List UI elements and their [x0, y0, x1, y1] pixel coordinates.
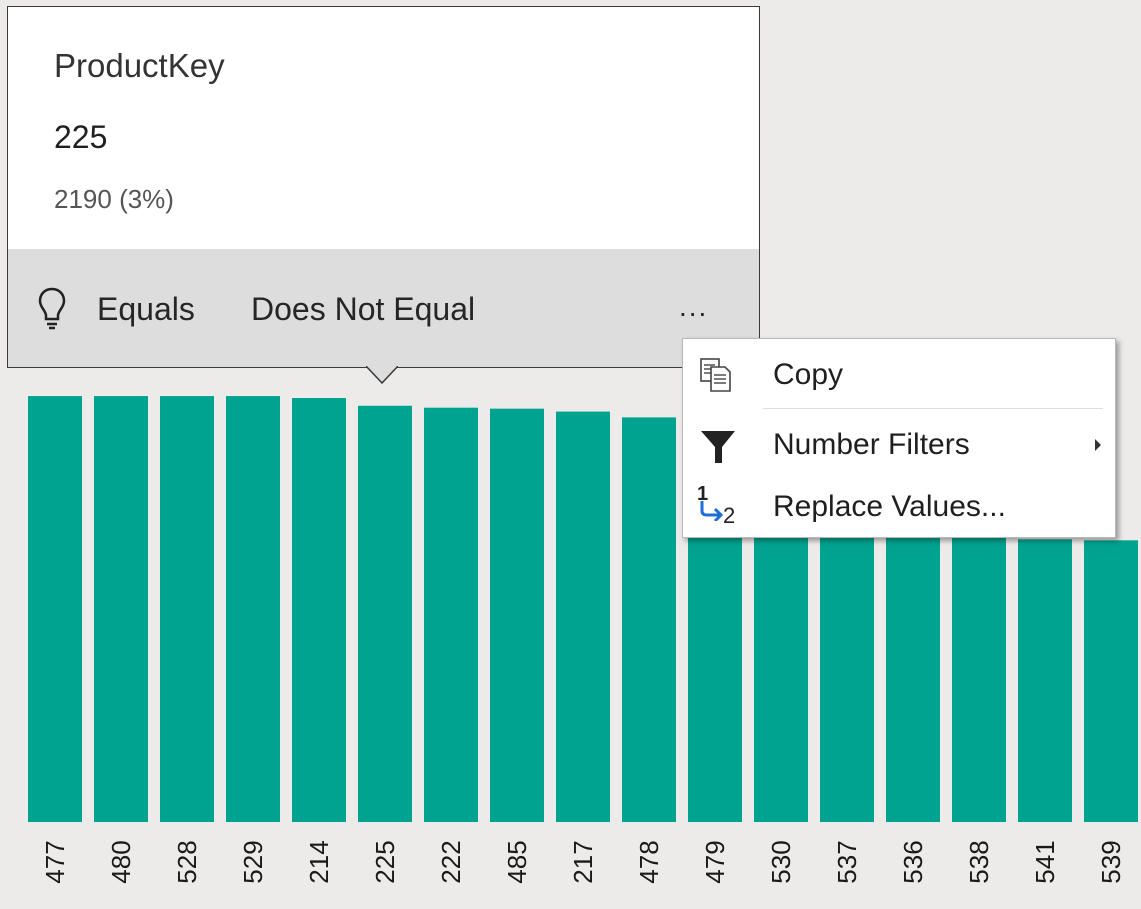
copy-icon	[700, 358, 731, 392]
bar-217[interactable]	[556, 411, 610, 822]
replace-arrow-icon	[700, 501, 724, 521]
x-tick-label: 539	[1096, 840, 1126, 883]
bar-222[interactable]	[424, 407, 478, 822]
x-tick-label: 529	[238, 840, 268, 883]
bar-536[interactable]	[886, 518, 940, 822]
menu-separator	[763, 408, 1103, 409]
x-tick-label: 214	[304, 840, 334, 883]
tooltip-count: 2190 (3%)	[54, 184, 174, 214]
x-tick-label: 538	[964, 840, 994, 883]
equals-button[interactable]: Equals	[97, 291, 195, 328]
x-tick-label: 480	[106, 840, 136, 883]
x-tick-label: 217	[568, 840, 598, 883]
bar-541[interactable]	[1018, 539, 1072, 822]
menu-item-label: Number Filters	[773, 428, 970, 461]
bar-214[interactable]	[292, 398, 346, 822]
x-tick-label: 537	[832, 840, 862, 883]
bar-538[interactable]	[952, 529, 1006, 822]
x-tick-label: 485	[502, 840, 532, 883]
bar-539[interactable]	[1084, 540, 1138, 822]
bar-480[interactable]	[94, 396, 148, 822]
replace-values-icon: 1 2	[697, 483, 745, 531]
bar-537[interactable]	[820, 496, 874, 822]
menu-item-copy[interactable]: Copy	[683, 343, 1115, 407]
x-tick-label: 541	[1030, 840, 1060, 883]
x-tick-label: 528	[172, 840, 202, 883]
bar-529[interactable]	[226, 396, 280, 822]
menu-item-number-filters[interactable]: Number Filters	[683, 413, 1115, 477]
bar-530[interactable]	[754, 504, 808, 822]
filter-icon	[701, 431, 735, 463]
x-tick-label: 530	[766, 840, 796, 883]
more-options-button[interactable]: ...	[679, 291, 708, 323]
bar-477[interactable]	[28, 396, 82, 822]
tooltip-value: 225	[54, 119, 108, 155]
context-menu: Copy Number Filters 1 2 Replace Values..…	[682, 338, 1116, 538]
value-tooltip: ProductKey 225 2190 (3%) Equals Does Not…	[7, 6, 760, 368]
submenu-arrow-icon	[1095, 439, 1101, 451]
menu-item-label: Copy	[773, 358, 844, 391]
x-tick-label: 536	[898, 840, 928, 883]
replace-icon-digit-2: 2	[723, 503, 736, 528]
tooltip-field-name: ProductKey	[54, 47, 225, 84]
menu-item-label: Replace Values...	[773, 490, 1006, 523]
x-tick-label: 222	[436, 840, 466, 883]
x-tick-label: 479	[700, 840, 730, 883]
x-tick-label: 477	[40, 840, 70, 883]
menu-item-replace-values[interactable]: 1 2 Replace Values...	[683, 475, 1115, 539]
x-tick-label: 225	[370, 840, 400, 883]
bar-485[interactable]	[490, 408, 544, 822]
tooltip-pointer	[366, 365, 398, 385]
does-not-equal-button[interactable]: Does Not Equal	[251, 291, 475, 328]
bar-478[interactable]	[622, 417, 676, 822]
x-tick-label: 478	[634, 840, 664, 883]
tooltip-action-bar: Equals Does Not Equal ...	[8, 249, 759, 367]
lightbulb-icon	[38, 287, 66, 330]
bar-528[interactable]	[160, 396, 214, 822]
bar-225[interactable]	[358, 405, 412, 822]
